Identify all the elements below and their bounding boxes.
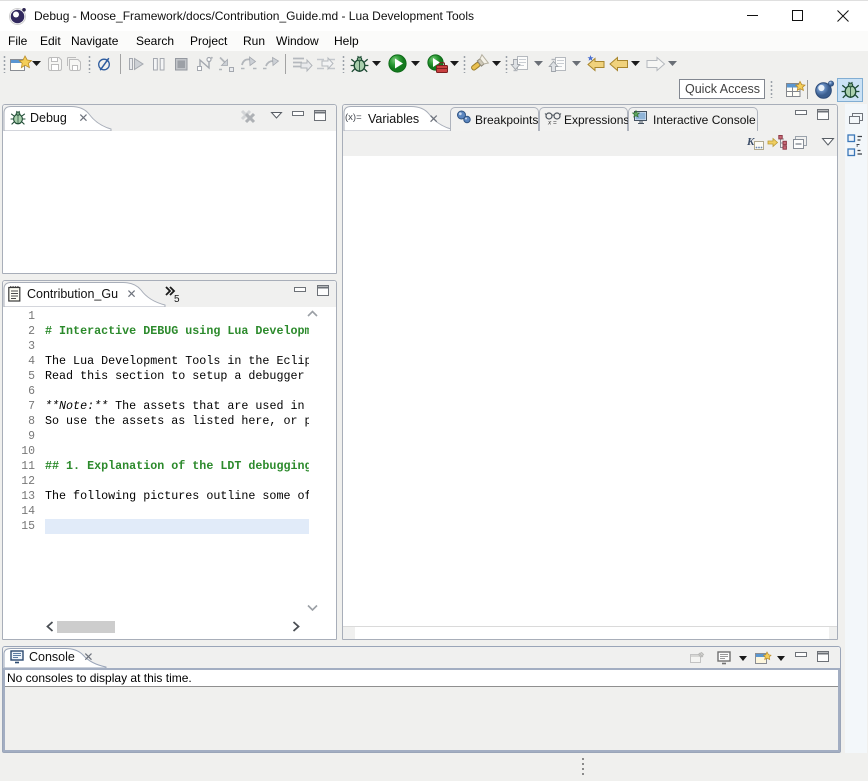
svg-text:5: 5 — [174, 294, 180, 305]
svg-text:K: K — [746, 136, 755, 148]
svg-text:=: = — [553, 120, 557, 127]
